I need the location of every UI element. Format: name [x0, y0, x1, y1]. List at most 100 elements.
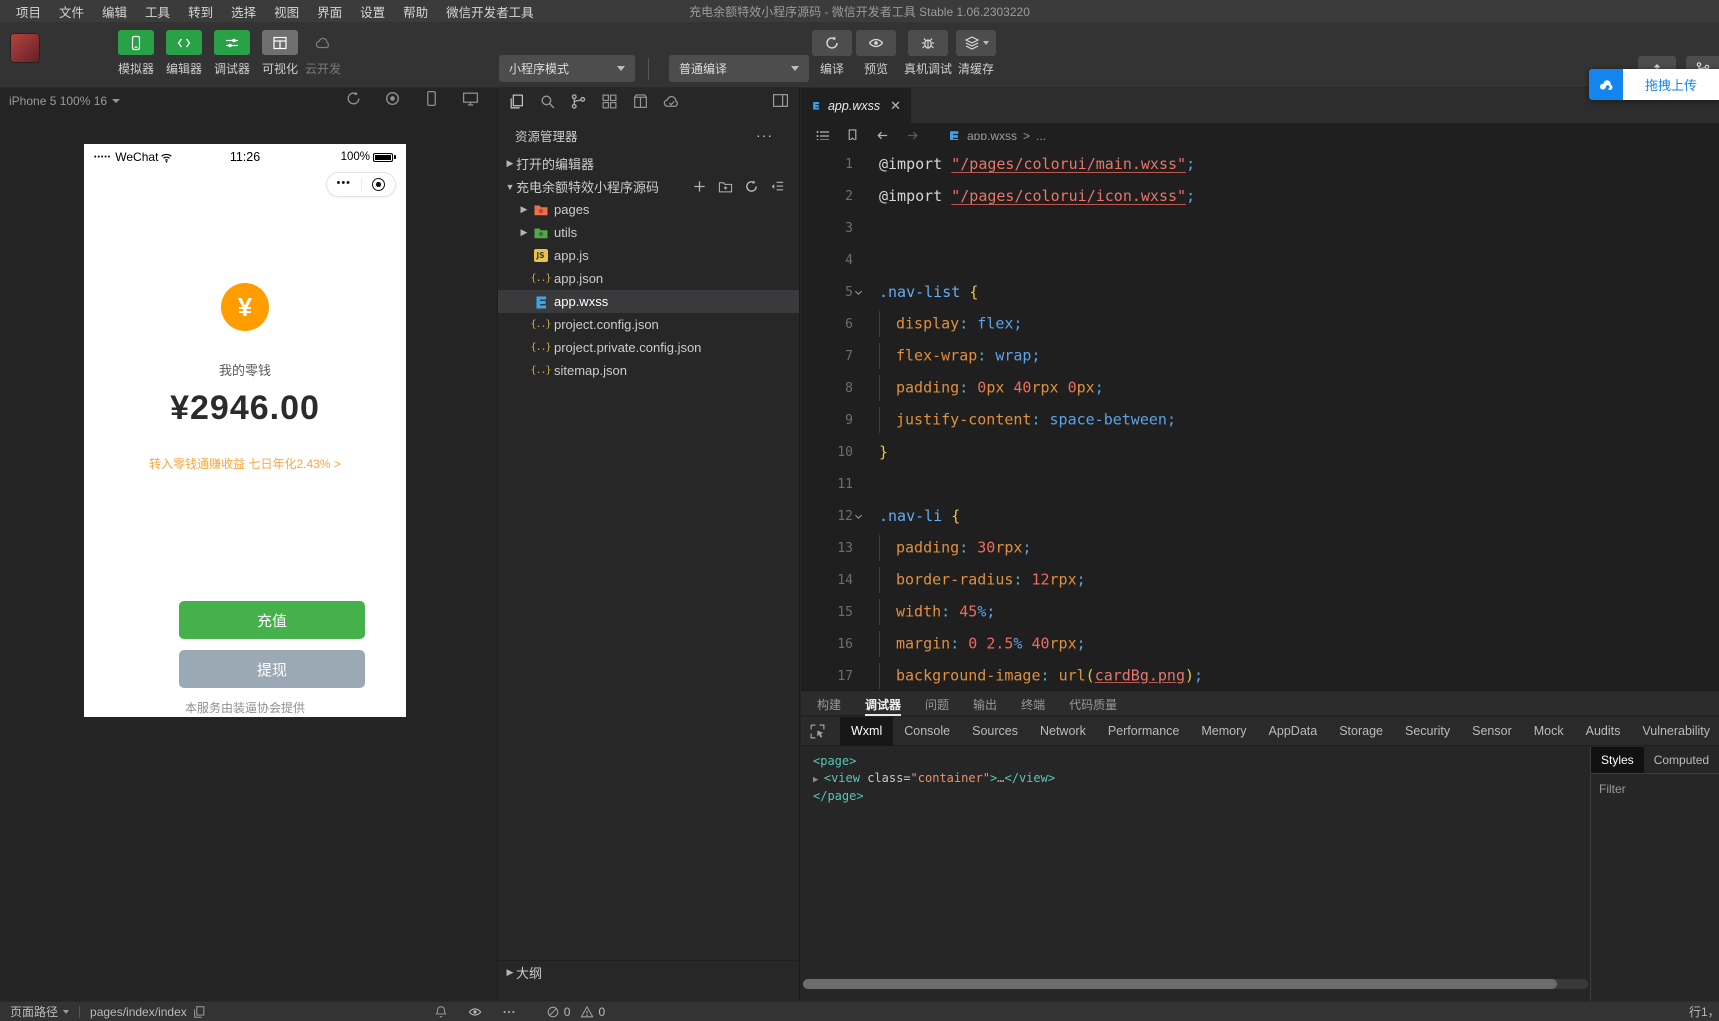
debugger-tab-调试器[interactable]: 调试器: [865, 691, 902, 716]
styles-tab-styles[interactable]: Styles: [1591, 747, 1644, 773]
device-icon[interactable]: [423, 90, 440, 107]
device-selector[interactable]: iPhone 5 100% 16: [9, 94, 121, 108]
tab-app-wxss[interactable]: app.wxss ✕: [801, 88, 911, 123]
action-真机调试-button[interactable]: 真机调试: [904, 30, 952, 77]
devtools-tab-mock[interactable]: Mock: [1523, 717, 1575, 746]
code-line-3[interactable]: 3: [801, 212, 1719, 244]
styles-filter[interactable]: Filter: [1591, 774, 1719, 796]
debugger-tab-输出[interactable]: 输出: [973, 691, 997, 716]
tree-item-app.wxss[interactable]: ▶app.wxss: [498, 290, 799, 313]
tree-item-project.config.json[interactable]: ▶{..}project.config.json: [498, 313, 799, 336]
menu-编辑[interactable]: 编辑: [94, 0, 135, 23]
tree-section-project[interactable]: ▼ 充电余额特效小程序源码: [498, 175, 799, 198]
page-path-selector[interactable]: 页面路径: [10, 1003, 70, 1020]
horizontal-scrollbar[interactable]: [803, 979, 1588, 989]
toolbar-编辑器-button[interactable]: 编辑器: [161, 30, 207, 77]
package-icon[interactable]: [632, 93, 649, 110]
devtools-tab-memory[interactable]: Memory: [1190, 717, 1257, 746]
rotate-icon[interactable]: [345, 90, 362, 107]
devtools-tab-security[interactable]: Security: [1394, 717, 1461, 746]
wxml-node-2[interactable]: </page>: [813, 788, 1590, 805]
wxml-node-0[interactable]: <page>: [813, 753, 1590, 770]
debugger-tab-终端[interactable]: 终端: [1021, 691, 1045, 716]
code-line-12[interactable]: 12 .nav-li {: [801, 500, 1719, 532]
code-line-15[interactable]: 15 width: 45%;: [801, 596, 1719, 628]
action-预览-button[interactable]: 预览: [856, 30, 896, 77]
miniprogram-capsule[interactable]: •••: [326, 172, 396, 197]
mode-select[interactable]: 小程序模式: [499, 55, 635, 82]
panel-layout-icon[interactable]: [772, 92, 789, 109]
menu-微信开发者工具[interactable]: 微信开发者工具: [438, 0, 542, 23]
git-icon[interactable]: [570, 93, 587, 110]
action-清缓存-button[interactable]: 清缓存: [956, 30, 996, 77]
more-actions-icon[interactable]: ···: [756, 127, 773, 143]
menu-文件[interactable]: 文件: [51, 0, 92, 23]
code-line-1[interactable]: 1 @import "/pages/colorui/main.wxss";: [801, 148, 1719, 180]
code-line-14[interactable]: 14 border-radius: 12rpx;: [801, 564, 1719, 596]
code-line-13[interactable]: 13 padding: 30rpx;: [801, 532, 1719, 564]
toolbar-模拟器-button[interactable]: 模拟器: [113, 30, 159, 77]
action-编译-button[interactable]: 编译: [812, 30, 852, 77]
capsule-exit-icon[interactable]: [362, 178, 396, 191]
devtools-tab-sources[interactable]: Sources: [961, 717, 1029, 746]
page-path-value[interactable]: pages/index/index: [90, 1005, 206, 1019]
menu-项目[interactable]: 项目: [8, 0, 49, 23]
fold-chevron-icon[interactable]: [853, 287, 879, 298]
devtools-tab-audits[interactable]: Audits: [1575, 717, 1632, 746]
fold-chevron-icon[interactable]: [853, 511, 879, 522]
devtools-tab-sensor[interactable]: Sensor: [1461, 717, 1523, 746]
code-line-6[interactable]: 6 display: flex;: [801, 308, 1719, 340]
menu-设置[interactable]: 设置: [352, 0, 393, 23]
more-icon[interactable]: [502, 1005, 516, 1019]
cloud-check-icon[interactable]: [663, 93, 680, 110]
recharge-button[interactable]: 充值: [179, 601, 365, 639]
bell-icon[interactable]: [434, 1005, 448, 1019]
code-line-11[interactable]: 11: [801, 468, 1719, 500]
menu-界面[interactable]: 界面: [309, 0, 350, 23]
wxml-node-1[interactable]: ▶ <view class="container">…</view>: [813, 770, 1590, 789]
devtools-tab-wxml[interactable]: Wxml: [840, 716, 894, 746]
capsule-menu-icon[interactable]: •••: [327, 177, 361, 192]
menu-视图[interactable]: 视图: [266, 0, 307, 23]
files-icon[interactable]: [508, 93, 525, 110]
toolbar-云开发-button[interactable]: 云开发: [300, 30, 346, 77]
devtools-tab-performance[interactable]: Performance: [1097, 717, 1191, 746]
record-icon[interactable]: [384, 90, 401, 107]
toolbar-可视化-button[interactable]: 可视化: [257, 30, 303, 77]
menu-工具[interactable]: 工具: [137, 0, 178, 23]
toolbar-调试器-button[interactable]: 调试器: [209, 30, 255, 77]
menu-选择[interactable]: 选择: [223, 0, 264, 23]
menu-帮助[interactable]: 帮助: [395, 0, 436, 23]
refresh-icon[interactable]: [744, 179, 759, 194]
scrollbar-thumb[interactable]: [803, 979, 1557, 989]
tree-item-project.private.config.json[interactable]: ▶{..}project.private.config.json: [498, 336, 799, 359]
code-line-17[interactable]: 17 background-image: url(cardBg.png);: [801, 660, 1719, 692]
new-file-icon[interactable]: [692, 179, 707, 194]
outline-section[interactable]: ▶ 大纲: [498, 960, 799, 983]
promo-link[interactable]: 转入零钱通赚收益 七日年化2.43% >: [84, 455, 406, 472]
new-folder-icon[interactable]: [718, 179, 733, 194]
code-line-9[interactable]: 9 justify-content: space-between;: [801, 404, 1719, 436]
close-icon[interactable]: ✕: [890, 98, 901, 114]
code-line-10[interactable]: 10}: [801, 436, 1719, 468]
tree-item-pages[interactable]: ▶ pages: [498, 198, 799, 221]
debugger-tab-代码质量[interactable]: 代码质量: [1069, 691, 1117, 716]
problem-counts[interactable]: 0 0: [546, 1005, 605, 1019]
extensions-icon[interactable]: [601, 93, 618, 110]
copy-icon[interactable]: [192, 1005, 206, 1019]
code-line-8[interactable]: 8 padding: 0px 40rpx 0px;: [801, 372, 1719, 404]
avatar[interactable]: [10, 33, 40, 63]
code-line-16[interactable]: 16 margin: 0 2.5% 40rpx;: [801, 628, 1719, 660]
code-editor[interactable]: 1 @import "/pages/colorui/main.wxss"; 2 @im…: [801, 140, 1719, 690]
devtools-tab-vulnerability[interactable]: Vulnerability: [1631, 717, 1719, 746]
devtools-tab-appdata[interactable]: AppData: [1258, 717, 1329, 746]
search-icon[interactable]: [539, 93, 556, 110]
drag-upload-popup[interactable]: 拖拽上传: [1589, 69, 1719, 100]
collapse-all-icon[interactable]: [770, 179, 785, 194]
tree-item-utils[interactable]: ▶ utils: [498, 221, 799, 244]
code-line-7[interactable]: 7 flex-wrap: wrap;: [801, 340, 1719, 372]
devtools-tab-console[interactable]: Console: [893, 717, 961, 746]
tree-item-app.js[interactable]: ▶JSapp.js: [498, 244, 799, 267]
tree-item-sitemap.json[interactable]: ▶{..}sitemap.json: [498, 359, 799, 382]
debugger-tab-问题[interactable]: 问题: [925, 691, 949, 716]
